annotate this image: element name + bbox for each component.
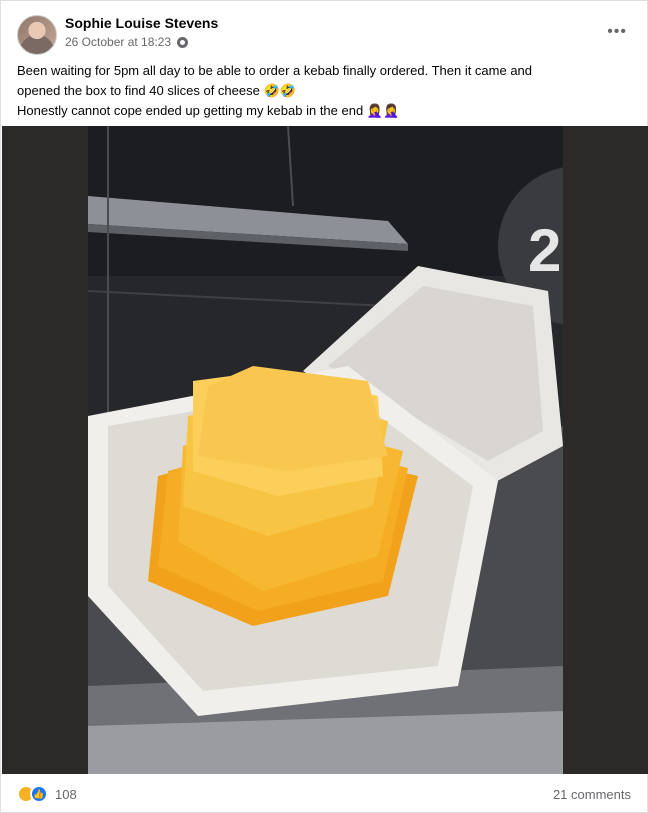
post-footer: 👍 108 21 comments <box>17 781 631 807</box>
post-timestamp[interactable]: 26 October at 18:23 <box>65 35 171 49</box>
post-photo[interactable]: 2 <box>88 126 563 774</box>
author-name[interactable]: Sophie Louise Stevens <box>65 15 218 31</box>
post-meta: 26 October at 18:23 <box>65 35 189 49</box>
reaction-count: 108 <box>55 786 77 802</box>
globe-icon <box>177 36 189 48</box>
post-text-line: Been waiting for 5pm all day to be able … <box>17 63 533 78</box>
more-options-icon[interactable]: ••• <box>607 23 627 41</box>
post-text-line: Honestly cannot cope ended up getting my… <box>17 103 400 118</box>
post-text-line: opened the box to find 40 slices of chee… <box>17 83 296 98</box>
svg-text:2: 2 <box>528 217 561 284</box>
post-photo-container[interactable]: 2 <box>2 126 648 774</box>
reactions-summary[interactable]: 👍 108 <box>17 785 77 803</box>
post-text: Been waiting for 5pm all day to be able … <box>17 61 633 121</box>
avatar[interactable] <box>17 15 57 55</box>
reaction-icons: 👍 <box>17 785 49 803</box>
post-header: Sophie Louise Stevens 26 October at 18:2… <box>17 13 631 55</box>
photo-illustration: 2 <box>88 126 563 774</box>
like-icon: 👍 <box>30 785 48 803</box>
comments-count-link[interactable]: 21 comments <box>553 787 631 802</box>
post-card: Sophie Louise Stevens 26 October at 18:2… <box>0 0 648 813</box>
